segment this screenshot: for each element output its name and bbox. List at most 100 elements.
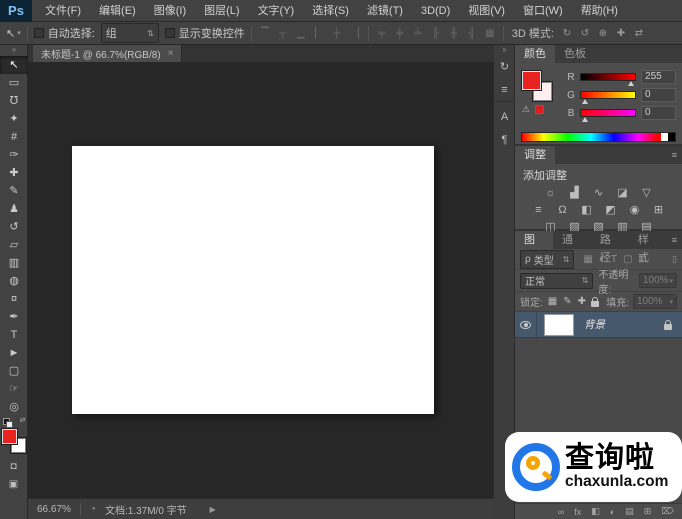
- menu-item[interactable]: 视图(V): [459, 0, 514, 22]
- filter-shape-layers-icon[interactable]: ▢: [623, 254, 632, 265]
- distribute-right-edges-icon[interactable]: ╢: [465, 28, 479, 39]
- menu-item[interactable]: 编辑(E): [90, 0, 145, 22]
- black-cap[interactable]: [668, 133, 675, 141]
- color-lookup-icon[interactable]: ⊞: [651, 203, 667, 216]
- tool-preset-picker[interactable]: ↖ ▾: [6, 27, 21, 40]
- levels-icon[interactable]: ▟: [567, 186, 583, 199]
- channel-slider[interactable]: [580, 73, 636, 81]
- 3d-slide-icon[interactable]: ✚: [614, 28, 628, 39]
- history-panel-icon[interactable]: ↻: [494, 56, 515, 79]
- layer-effects-icon[interactable]: fx: [574, 507, 581, 517]
- history-brush-tool[interactable]: ↺: [0, 218, 28, 236]
- layer-thumbnail[interactable]: [544, 314, 574, 336]
- screen-mode-button[interactable]: ▣: [0, 476, 28, 494]
- rectangle-tool[interactable]: ▢: [0, 362, 28, 380]
- auto-align-layers-icon[interactable]: ▦: [483, 28, 497, 39]
- layer-row-background[interactable]: 背景: [515, 312, 682, 338]
- lock-all-icon[interactable]: [591, 301, 599, 307]
- channel-value-field[interactable]: 0: [641, 106, 676, 120]
- character-panel-icon[interactable]: A: [494, 106, 515, 129]
- panel-menu-icon[interactable]: ≡: [667, 146, 682, 164]
- filter-type-dropdown[interactable]: ρ 类型 ⇅: [520, 250, 574, 269]
- align-horizontal-centers-icon[interactable]: ┼: [330, 28, 344, 39]
- gamut-color-swatch[interactable]: [535, 105, 544, 114]
- distribute-vertical-centers-icon[interactable]: ╪: [393, 28, 407, 39]
- menu-item[interactable]: 文件(F): [36, 0, 90, 22]
- tab-paths[interactable]: 路径: [591, 231, 629, 249]
- gradient-tool[interactable]: ▥: [0, 254, 28, 272]
- move-tool[interactable]: ↖: [0, 56, 28, 74]
- dodge-tool[interactable]: ¤: [0, 290, 28, 308]
- opacity-field[interactable]: 100% ▾: [639, 273, 677, 288]
- 3d-drag-icon[interactable]: ⊕: [596, 28, 610, 39]
- foreground-color-swatch[interactable]: [2, 429, 17, 444]
- pen-tool[interactable]: ✒: [0, 308, 28, 326]
- 3d-scale-icon[interactable]: ⇄: [632, 28, 646, 39]
- lock-position-icon[interactable]: ✚: [578, 296, 586, 307]
- channel-value-field[interactable]: 0: [641, 88, 676, 102]
- curves-icon[interactable]: ∿: [591, 186, 607, 199]
- visibility-toggle[interactable]: [515, 312, 537, 337]
- filter-toggle-icon[interactable]: ▯: [672, 254, 677, 265]
- default-colors-icon[interactable]: [3, 418, 11, 426]
- layer-mask-icon[interactable]: ◧: [591, 506, 600, 517]
- close-icon[interactable]: ×: [168, 48, 174, 59]
- distribute-left-edges-icon[interactable]: ╟: [429, 28, 443, 39]
- menu-item[interactable]: 3D(D): [412, 0, 459, 22]
- canvas[interactable]: [72, 146, 434, 414]
- hue-saturation-icon[interactable]: ≡: [531, 204, 547, 216]
- auto-select-dropdown[interactable]: 组 ⇅: [101, 23, 159, 43]
- lock-transparent-pixels-icon[interactable]: ▦: [548, 296, 557, 307]
- path-selection-tool[interactable]: ►: [0, 344, 28, 362]
- menu-item[interactable]: 帮助(H): [572, 0, 627, 22]
- slider-thumb[interactable]: [628, 81, 634, 86]
- zoom-tool[interactable]: ◎: [0, 398, 28, 416]
- brush-tool[interactable]: ✎: [0, 182, 28, 200]
- new-layer-icon[interactable]: ⊞: [644, 506, 652, 517]
- color-spectrum-ramp[interactable]: [521, 132, 676, 142]
- exposure-icon[interactable]: ◪: [615, 186, 631, 199]
- tab-color[interactable]: 颜色: [515, 45, 555, 63]
- tab-layers[interactable]: 图层: [515, 231, 553, 249]
- white-cap[interactable]: [661, 133, 668, 141]
- align-right-edges-icon[interactable]: ▕: [348, 28, 362, 39]
- show-transform-checkbox[interactable]: 显示变换控件: [165, 25, 245, 41]
- document-size-info[interactable]: 文档:1.37M/0 字节: [105, 502, 187, 517]
- blur-tool[interactable]: ◍: [0, 272, 28, 290]
- color-balance-icon[interactable]: Ω: [555, 204, 571, 216]
- photo-filter-icon[interactable]: ◩: [603, 203, 619, 216]
- vibrance-icon[interactable]: ▽: [639, 186, 655, 199]
- channel-value-field[interactable]: 255: [641, 70, 676, 84]
- eraser-tool[interactable]: ▱: [0, 236, 28, 254]
- document-tab[interactable]: 未标题-1 @ 66.7%(RGB/8) ×: [33, 45, 182, 62]
- filter-pixel-layers-icon[interactable]: ▦: [583, 254, 592, 265]
- layer-name[interactable]: 背景: [584, 317, 664, 332]
- distribute-horizontal-centers-icon[interactable]: ╫: [447, 28, 461, 39]
- new-adjustment-layer-icon[interactable]: ◐: [610, 507, 615, 517]
- filter-type-layers-icon[interactable]: T: [611, 254, 617, 265]
- delete-layer-icon[interactable]: ⌦: [661, 506, 674, 517]
- lock-image-pixels-icon[interactable]: ✎: [563, 296, 571, 307]
- channel-mixer-icon[interactable]: ◉: [627, 203, 643, 216]
- status-flyout-icon[interactable]: ▶: [210, 505, 216, 514]
- quick-selection-tool[interactable]: ✦: [0, 110, 28, 128]
- toolbar-collapse-icon[interactable]: »: [0, 45, 27, 56]
- menu-item[interactable]: 图像(I): [145, 0, 195, 22]
- clone-stamp-tool[interactable]: ♟: [0, 200, 28, 218]
- 3d-rotate-icon[interactable]: ↻: [560, 28, 574, 39]
- paragraph-panel-icon[interactable]: ¶: [494, 129, 515, 152]
- menu-item[interactable]: 选择(S): [303, 0, 358, 22]
- distribute-bottom-edges-icon[interactable]: ╧: [411, 28, 425, 39]
- menu-item[interactable]: 窗口(W): [514, 0, 572, 22]
- gamut-warning-icon[interactable]: ⚠: [522, 104, 530, 115]
- crop-tool[interactable]: #: [0, 128, 28, 146]
- tab-adjustments[interactable]: 调整: [515, 146, 555, 164]
- rectangular-marquee-tool[interactable]: ▭: [0, 74, 28, 92]
- channel-slider[interactable]: [580, 91, 636, 99]
- auto-select-checkbox[interactable]: 自动选择:: [34, 25, 95, 41]
- type-tool[interactable]: T: [0, 326, 28, 344]
- quick-mask-button[interactable]: ◘: [0, 458, 28, 476]
- blend-mode-dropdown[interactable]: 正常 ⇅: [520, 273, 593, 289]
- link-layers-icon[interactable]: ∞: [558, 507, 564, 517]
- brightness-contrast-icon[interactable]: ☼: [543, 187, 559, 199]
